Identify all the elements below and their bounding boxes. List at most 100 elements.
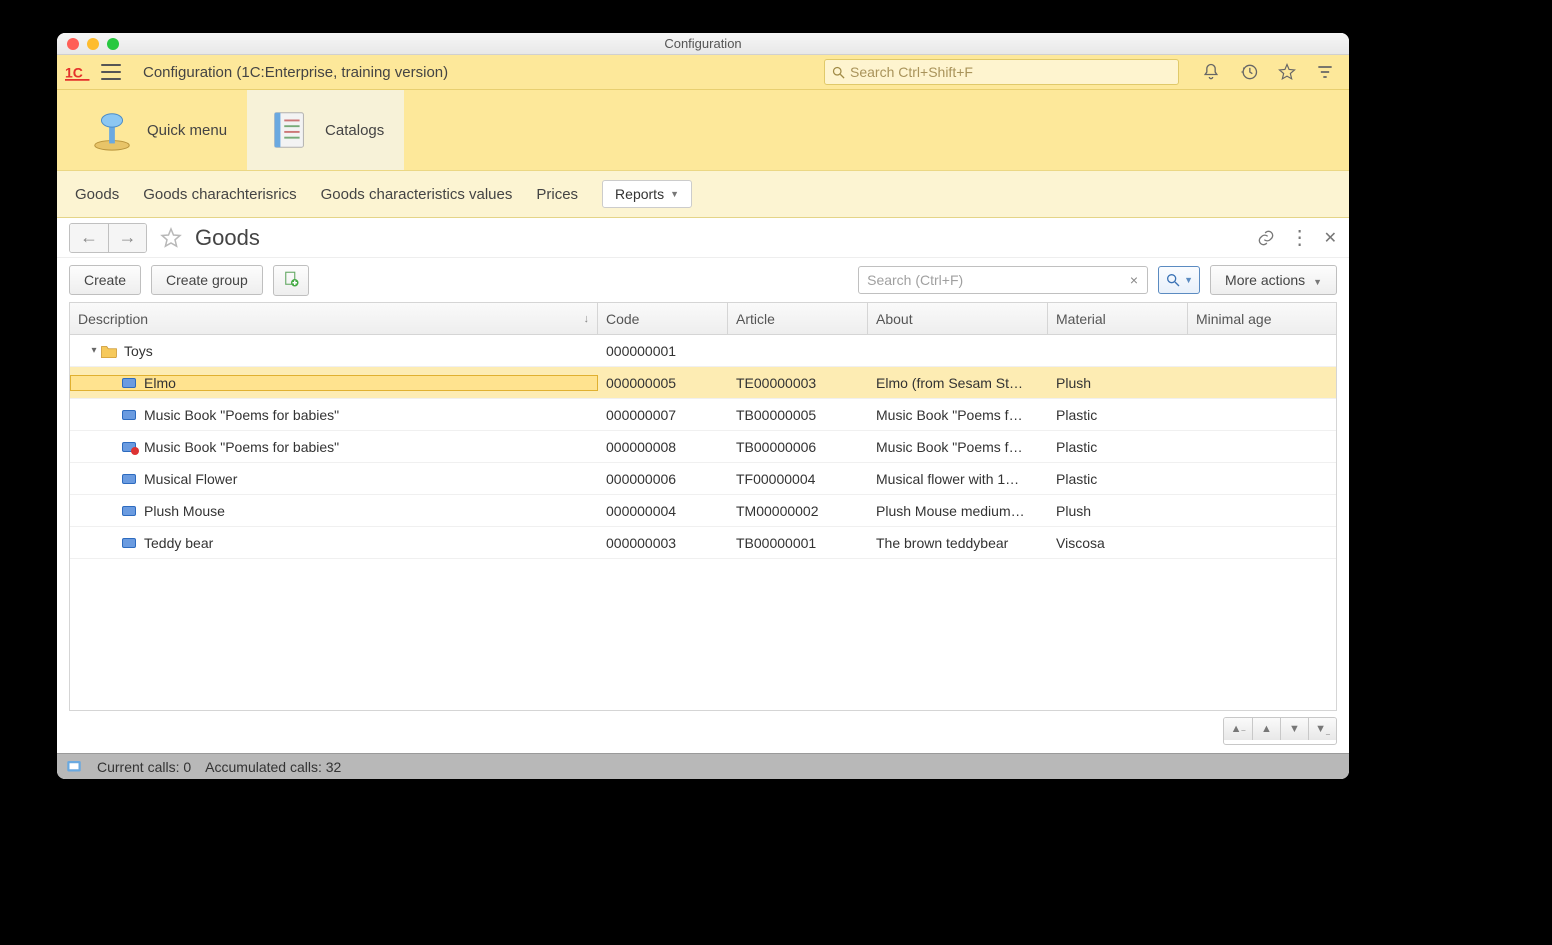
global-search[interactable] [824, 59, 1179, 85]
table-row[interactable]: Plush Mouse 000000004TM00000002Plush Mous… [70, 495, 1336, 527]
favorite-star-icon[interactable] [159, 226, 183, 250]
section-catalogs[interactable]: Catalogs [247, 90, 404, 170]
table-cell: Plastic [1048, 439, 1188, 455]
table-cell: The brown teddybear [868, 535, 1048, 551]
table-nav-buttons: ▲_ ▲ ▼ ▼_ [69, 717, 1337, 745]
section-label: Quick menu [147, 122, 227, 139]
nav-back-button[interactable]: ← [70, 224, 108, 252]
filter-icon[interactable] [1315, 62, 1335, 82]
table-cell: Musical flower with 1… [868, 471, 1048, 487]
form-header: ← → Goods ⋮ ✕ [57, 218, 1349, 258]
item-icon [122, 474, 136, 484]
create-group-button[interactable]: Create group [151, 265, 263, 295]
table-cell: TB00000006 [728, 439, 868, 455]
item-icon [122, 378, 136, 388]
goods-table: Description↓ Code Article About Material… [69, 302, 1337, 711]
subnav-goods[interactable]: Goods [75, 186, 119, 203]
col-about[interactable]: About [868, 303, 1048, 334]
col-material[interactable]: Material [1048, 303, 1188, 334]
table-cell: 000000005 [598, 375, 728, 391]
subnav-goods-characteristics-values[interactable]: Goods characteristics values [321, 186, 513, 203]
link-icon[interactable] [1256, 228, 1276, 248]
table-header: Description↓ Code Article About Material… [70, 303, 1336, 335]
app-window: Configuration 1С Configuration (1C:Enter… [57, 33, 1349, 779]
table-cell: 000000004 [598, 503, 728, 519]
scroll-up-button[interactable]: ▲ [1252, 718, 1280, 740]
subnav: Goods Goods charachterisrics Goods chara… [57, 170, 1349, 218]
row-description: Elmo [144, 375, 176, 391]
subnav-prices[interactable]: Prices [536, 186, 578, 203]
table-cell: Music Book "Poems for babies" [70, 407, 598, 423]
table-cell: Plush [1048, 503, 1188, 519]
global-search-input[interactable] [846, 63, 1172, 81]
table-cell: Plush [1048, 375, 1188, 391]
chevron-down-icon: ▼ [1313, 277, 1322, 287]
kebab-menu-icon[interactable]: ⋮ [1290, 225, 1310, 250]
row-description: Musical Flower [144, 471, 237, 487]
row-description: Plush Mouse [144, 503, 225, 519]
nav-forward-button[interactable]: → [108, 224, 146, 252]
table-cell: 000000001 [598, 343, 728, 359]
item-icon [122, 410, 136, 420]
item-icon [122, 442, 136, 452]
table-cell: 000000008 [598, 439, 728, 455]
create-from-button[interactable] [273, 265, 309, 296]
subnav-goods-characteristics[interactable]: Goods charachterisrics [143, 186, 296, 203]
expand-icon[interactable]: ▾ [88, 345, 100, 356]
table-cell: Music Book "Poems f… [868, 407, 1048, 423]
document-add-icon [282, 270, 300, 288]
more-actions-button[interactable]: More actions ▼ [1210, 265, 1337, 295]
app-header: 1С Configuration (1C:Enterprise, trainin… [57, 55, 1349, 90]
scroll-top-button[interactable]: ▲_ [1224, 718, 1252, 740]
performance-icon[interactable] [65, 758, 83, 776]
folder-icon [100, 344, 118, 358]
section-quick-menu[interactable]: Quick menu [69, 90, 247, 170]
table-row[interactable]: Teddy bear000000003TB00000001The brown t… [70, 527, 1336, 559]
create-button[interactable]: Create [69, 265, 141, 295]
group-description: Toys [124, 343, 153, 359]
scroll-down-button[interactable]: ▼ [1280, 718, 1308, 740]
table-row[interactable]: Music Book "Poems for babies"000000008TB… [70, 431, 1336, 463]
table-cell: Music Book "Poems f… [868, 439, 1048, 455]
history-icon[interactable] [1239, 62, 1259, 82]
table-cell: TE00000003 [728, 375, 868, 391]
table-row[interactable]: Elmo 000000005TE00000003Elmo (from Sesam … [70, 367, 1336, 399]
table-row[interactable]: Music Book "Poems for babies"000000007TB… [70, 399, 1336, 431]
table-body[interactable]: ▾ Toys 000000001 Elmo 000000005TE00000003Elm… [70, 335, 1336, 710]
scroll-bottom-button[interactable]: ▼_ [1308, 718, 1336, 740]
table-cell: Music Book "Poems for babies" [70, 439, 598, 455]
section-label: Catalogs [325, 122, 384, 139]
table-cell: Elmo (from Sesam St… [868, 375, 1048, 391]
accumulated-calls-label: Accumulated calls: 32 [205, 759, 341, 775]
command-bar: Create Create group × ▼ More actions ▼ [57, 258, 1349, 302]
list-search-input[interactable] [865, 271, 1127, 289]
table-cell: TM00000002 [728, 503, 868, 519]
star-icon[interactable] [1277, 62, 1297, 82]
bell-icon[interactable] [1201, 62, 1221, 82]
main-menu-button[interactable] [101, 64, 121, 80]
col-minimal-age[interactable]: Minimal age [1188, 303, 1336, 334]
table-cell: Teddy bear [70, 535, 598, 551]
reports-label: Reports [615, 186, 664, 202]
table-row[interactable]: Musical Flower000000006TF00000004Musical… [70, 463, 1336, 495]
reports-dropdown[interactable]: Reports ▼ [602, 180, 692, 208]
search-options-button[interactable]: ▼ [1158, 266, 1200, 294]
current-calls-label: Current calls: 0 [97, 759, 191, 775]
col-code[interactable]: Code [598, 303, 728, 334]
row-description: Teddy bear [144, 535, 213, 551]
sort-indicator-icon: ↓ [584, 313, 590, 325]
search-icon [1165, 272, 1181, 288]
logo-1c: 1С [65, 62, 93, 82]
table-group-row[interactable]: ▾ Toys 000000001 [70, 335, 1336, 367]
search-icon [831, 65, 846, 80]
col-article[interactable]: Article [728, 303, 868, 334]
close-form-button[interactable]: ✕ [1324, 228, 1337, 248]
table-cell: Plastic [1048, 471, 1188, 487]
list-search[interactable]: × [858, 266, 1148, 294]
chevron-down-icon: ▼ [1184, 275, 1193, 285]
more-actions-label: More actions [1225, 272, 1305, 288]
window-title: Configuration [57, 36, 1349, 51]
clear-search-button[interactable]: × [1127, 272, 1141, 288]
col-description[interactable]: Description↓ [70, 303, 598, 334]
table-cell: Plush Mouse medium… [868, 503, 1048, 519]
